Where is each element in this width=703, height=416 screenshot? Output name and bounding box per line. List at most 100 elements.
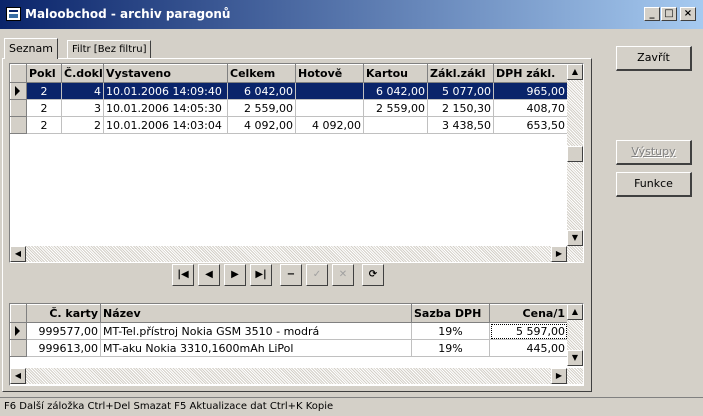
col-pokl[interactable]: Pokl — [26, 64, 62, 83]
table-row[interactable]: 999613,00 MT-aku Nokia 3310,1600mAh LiPo… — [10, 339, 568, 357]
status-text: F6 Další záložka Ctrl+Del Smazat F5 Aktu… — [4, 401, 334, 412]
cell-karta[interactable]: 999577,00 — [26, 322, 101, 340]
cell-pokl[interactable]: 2 — [26, 82, 62, 100]
row-indicator[interactable] — [10, 82, 27, 100]
scroll-up-icon[interactable]: ▲ — [567, 304, 583, 320]
items-grid[interactable]: Č. karty Název Sazba DPH Cena/1 999577,0… — [9, 303, 584, 386]
tab-filtr[interactable]: Filtr [Bez filtru] — [67, 40, 152, 59]
row-indicator[interactable] — [10, 339, 27, 357]
table-row[interactable]: 999577,00 MT-Tel.přístroj Nokia GSM 3510… — [10, 322, 568, 340]
col-sazba[interactable]: Sazba DPH — [411, 304, 490, 323]
items-vscroll[interactable]: ▲ ▼ — [567, 304, 583, 366]
row-indicator[interactable] — [10, 116, 27, 134]
items-table: Č. karty Název Sazba DPH Cena/1 999577,0… — [10, 304, 568, 357]
tab-seznam-label: Seznam — [9, 42, 53, 55]
cell-sazba[interactable]: 19% — [411, 339, 490, 357]
col-hotove[interactable]: Hotově — [295, 64, 364, 83]
scroll-right-icon[interactable]: ▶ — [551, 368, 567, 384]
current-row-arrow-icon — [15, 326, 20, 336]
tab-seznam[interactable]: Seznam — [4, 38, 58, 59]
tab-filtr-label: Filtr [Bez filtru] — [72, 44, 147, 55]
close-window-button[interactable]: × — [680, 7, 696, 21]
items-header-row: Č. karty Název Sazba DPH Cena/1 — [10, 304, 568, 323]
cell-zakl[interactable]: 2 150,30 — [427, 99, 494, 117]
col-nazev[interactable]: Název — [100, 304, 412, 323]
close-button[interactable]: Zavřít — [616, 46, 692, 71]
cell-celkem[interactable]: 2 559,00 — [227, 99, 296, 117]
scroll-right-icon[interactable]: ▶ — [551, 246, 567, 262]
status-bar: F6 Další záložka Ctrl+Del Smazat F5 Aktu… — [0, 397, 703, 416]
current-row-arrow-icon — [15, 86, 20, 96]
row-indicator[interactable] — [10, 99, 27, 117]
window-title: Maloobchod - archiv paragonů — [25, 7, 231, 21]
maximize-button[interactable]: □ — [661, 7, 677, 21]
cell-kartou[interactable]: 6 042,00 — [363, 82, 428, 100]
scroll-left-icon[interactable]: ◀ — [10, 368, 26, 384]
receipts-vscroll[interactable]: ▲ ▼ — [567, 64, 583, 246]
cell-vystaveno[interactable]: 10.01.2006 14:03:04 — [103, 116, 228, 134]
cell-vystaveno[interactable]: 10.01.2006 14:05:30 — [103, 99, 228, 117]
cell-sazba[interactable]: 19% — [411, 322, 490, 340]
col-celkem[interactable]: Celkem — [227, 64, 296, 83]
row-indicator[interactable] — [10, 322, 27, 340]
cell-nazev[interactable]: MT-Tel.přístroj Nokia GSM 3510 - modrá — [100, 322, 412, 340]
post-edit-icon[interactable]: ✓ — [306, 264, 328, 286]
cell-celkem[interactable]: 4 092,00 — [227, 116, 296, 134]
cancel-edit-icon[interactable]: ✕ — [332, 264, 354, 286]
functions-button[interactable]: Funkce — [616, 172, 692, 197]
cell-cena[interactable]: 445,00 — [489, 339, 568, 357]
scroll-left-icon[interactable]: ◀ — [10, 246, 26, 262]
receipts-grid[interactable]: Pokl Č.dokl Vystaveno Celkem Hotově Kart… — [9, 63, 584, 263]
col-cdokl[interactable]: Č.dokl — [61, 64, 104, 83]
scroll-up-icon[interactable]: ▲ — [567, 64, 583, 80]
cell-dph[interactable]: 965,00 — [493, 82, 568, 100]
cell-kartou[interactable]: 2 559,00 — [363, 99, 428, 117]
col-karta[interactable]: Č. karty — [26, 304, 101, 323]
cell-celkem[interactable]: 6 042,00 — [227, 82, 296, 100]
cell-cena[interactable]: 5 597,00 — [489, 322, 568, 340]
cell-hotove[interactable] — [295, 99, 364, 117]
cell-dokl[interactable]: 3 — [61, 99, 104, 117]
items-hscroll[interactable]: ◀ ▶ — [10, 368, 583, 384]
receipts-header-row: Pokl Č.dokl Vystaveno Celkem Hotově Kart… — [10, 64, 568, 83]
col-cena[interactable]: Cena/1 — [489, 304, 568, 323]
table-row[interactable]: 2 3 10.01.2006 14:05:30 2 559,00 2 559,0… — [10, 99, 568, 117]
cell-pokl[interactable]: 2 — [26, 99, 62, 117]
indicator-header — [10, 304, 27, 323]
prior-record-icon[interactable]: ◀ — [198, 264, 220, 286]
cell-dph[interactable]: 653,50 — [493, 116, 568, 134]
receipts-table: Pokl Č.dokl Vystaveno Celkem Hotově Kart… — [10, 64, 568, 134]
col-kartou[interactable]: Kartou — [363, 64, 428, 83]
delete-record-icon[interactable]: − — [280, 264, 302, 286]
cell-hotove[interactable] — [295, 82, 364, 100]
cell-zakl[interactable]: 3 438,50 — [427, 116, 494, 134]
col-vystaveno[interactable]: Vystaveno — [103, 64, 228, 83]
cell-dokl[interactable]: 2 — [61, 116, 104, 134]
outputs-button[interactable]: Výstupy — [616, 140, 692, 165]
indicator-header — [10, 64, 27, 83]
table-row[interactable]: 2 4 10.01.2006 14:09:40 6 042,00 6 042,0… — [10, 82, 568, 100]
window-titlebar: Maloobchod - archiv paragonů _ □ × — [0, 0, 703, 29]
receipts-hscroll[interactable]: ◀ ▶ — [10, 246, 583, 262]
minimize-button[interactable]: _ — [644, 7, 660, 21]
cell-dokl[interactable]: 4 — [61, 82, 104, 100]
cell-dph[interactable]: 408,70 — [493, 99, 568, 117]
cell-vystaveno[interactable]: 10.01.2006 14:09:40 — [103, 82, 228, 100]
app-icon — [6, 7, 21, 21]
scroll-thumb[interactable] — [567, 146, 583, 162]
cell-zakl[interactable]: 5 077,00 — [427, 82, 494, 100]
cell-nazev[interactable]: MT-aku Nokia 3310,1600mAh LiPol — [100, 339, 412, 357]
cell-kartou[interactable] — [363, 116, 428, 134]
scroll-down-icon[interactable]: ▼ — [567, 350, 583, 366]
refresh-icon[interactable]: ⟳ — [362, 264, 384, 286]
cell-pokl[interactable]: 2 — [26, 116, 62, 134]
table-row[interactable]: 2 2 10.01.2006 14:03:04 4 092,00 4 092,0… — [10, 116, 568, 134]
col-zakl[interactable]: Zákl.zákl — [427, 64, 494, 83]
next-record-icon[interactable]: ▶ — [224, 264, 246, 286]
cell-hotove[interactable]: 4 092,00 — [295, 116, 364, 134]
last-record-icon[interactable]: ▶| — [250, 264, 272, 286]
first-record-icon[interactable]: |◀ — [172, 264, 194, 286]
cell-karta[interactable]: 999613,00 — [26, 339, 101, 357]
col-dph[interactable]: DPH zákl. — [493, 64, 568, 83]
scroll-down-icon[interactable]: ▼ — [567, 230, 583, 246]
